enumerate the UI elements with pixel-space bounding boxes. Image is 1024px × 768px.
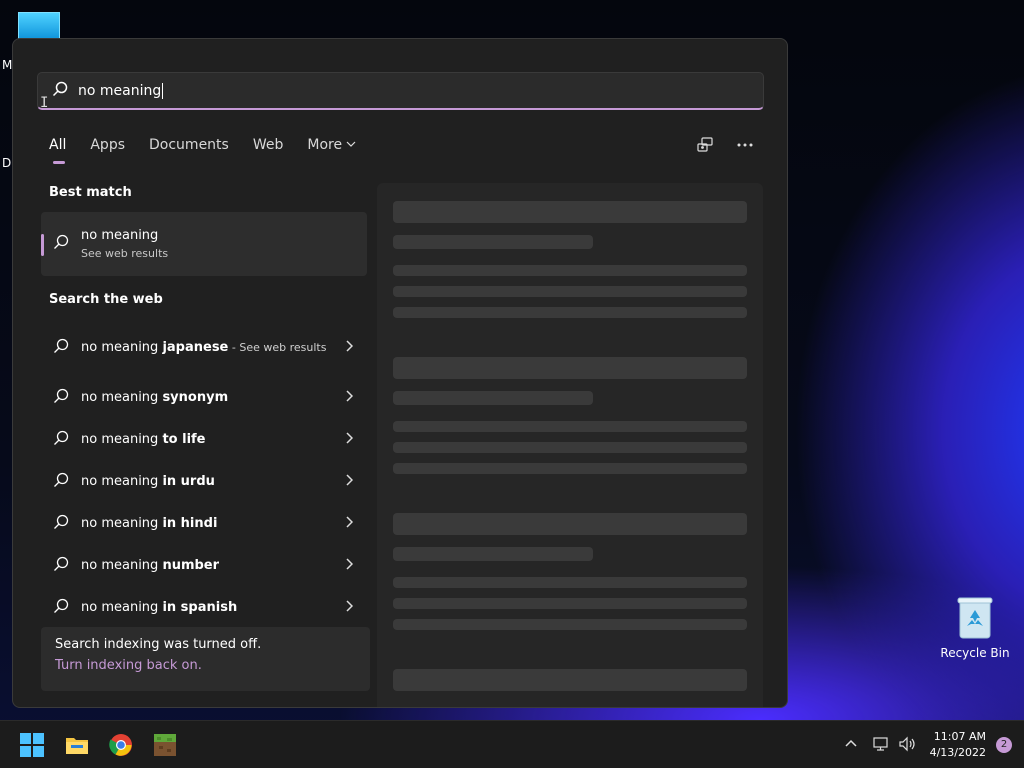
- skeleton-bar: [393, 463, 747, 474]
- turn-indexing-on-link[interactable]: Turn indexing back on.: [55, 658, 356, 673]
- chevron-up-icon[interactable]: [844, 736, 862, 754]
- list-item[interactable]: no meaning in spanish: [41, 587, 367, 629]
- suggestion-prefix: no meaning: [81, 340, 163, 355]
- best-match-title: no meaning: [81, 228, 159, 243]
- tab-more-label: More: [307, 137, 343, 153]
- volume-icon[interactable]: [898, 736, 918, 754]
- search-tabs: All Apps Documents Web More: [49, 137, 356, 164]
- search-icon: [53, 472, 69, 492]
- chevron-down-icon: [346, 137, 356, 153]
- chrome-icon[interactable]: [109, 733, 133, 757]
- suggestion-suffix: - See web results: [228, 341, 327, 354]
- search-tools: [695, 135, 755, 155]
- tab-apps[interactable]: Apps: [90, 137, 125, 153]
- search-icon: [53, 556, 69, 576]
- list-item[interactable]: no meaning japanese - See web results: [41, 319, 367, 377]
- tab-documents[interactable]: Documents: [149, 137, 229, 153]
- text-cursor-icon: I: [40, 95, 49, 111]
- tab-web[interactable]: Web: [253, 137, 284, 153]
- suggestion-prefix: no meaning: [81, 390, 163, 405]
- chevron-right-icon: [345, 432, 354, 448]
- suggestion-prefix: no meaning: [81, 516, 163, 531]
- chevron-right-icon: [345, 558, 354, 574]
- tab-more[interactable]: More: [307, 137, 356, 153]
- skeleton-bar: [393, 577, 747, 588]
- ellipsis-icon[interactable]: [735, 135, 755, 155]
- skeleton-bar: [393, 286, 747, 297]
- skeleton-bar: [393, 307, 747, 318]
- skeleton-bar: [393, 547, 593, 561]
- best-match-subtitle: See web results: [81, 247, 169, 260]
- search-icon: [53, 234, 69, 254]
- skeleton-bar: [393, 265, 747, 276]
- skeleton-bar: [393, 235, 593, 249]
- suggestion-prefix: no meaning: [81, 474, 163, 489]
- suggestion-prefix: no meaning: [81, 600, 163, 615]
- list-item[interactable]: no meaning in urdu: [41, 461, 367, 503]
- search-icon: [53, 430, 69, 450]
- clock-time: 11:07 AM: [933, 730, 986, 743]
- search-icon: [53, 338, 69, 358]
- chevron-right-icon: [345, 516, 354, 532]
- chevron-right-icon: [345, 474, 354, 490]
- suggestion-bold: in hindi: [162, 516, 218, 531]
- search-icon: [53, 598, 69, 618]
- preview-pane-loading: [377, 183, 763, 707]
- best-match-heading: Best match: [49, 185, 132, 200]
- skeleton-bar: [393, 421, 747, 432]
- system-tray: 11:07 AM 4/13/2022 2: [844, 721, 1024, 768]
- skeleton-bar: [393, 598, 747, 609]
- windows-start-icon[interactable]: [20, 733, 44, 757]
- suggestion-prefix: no meaning: [81, 432, 163, 447]
- suggestion-bold: in urdu: [162, 474, 215, 489]
- recycle-bin-label: Recycle Bin: [940, 646, 1010, 660]
- list-item[interactable]: no meaning number: [41, 545, 367, 587]
- chevron-right-icon: [345, 600, 354, 616]
- skeleton-bar: [393, 357, 747, 379]
- tab-all[interactable]: All: [49, 137, 66, 164]
- suggestion-bold: number: [162, 558, 220, 573]
- chevron-right-icon: [345, 390, 354, 406]
- clock-date: 4/13/2022: [929, 746, 986, 759]
- indexing-notice-text: Search indexing was turned off.: [55, 637, 262, 652]
- search-icon: [53, 388, 69, 408]
- minecraft-icon[interactable]: [153, 733, 177, 757]
- clock[interactable]: 11:07 AM 4/13/2022: [930, 729, 986, 761]
- skeleton-bar: [393, 669, 747, 691]
- list-item[interactable]: no meaning to life: [41, 419, 367, 461]
- results-list: Best match no meaning See web results Se…: [41, 185, 367, 629]
- search-box[interactable]: no meaning: [37, 72, 764, 110]
- skeleton-bar: [393, 201, 747, 223]
- suggestion-bold: in spanish: [162, 600, 238, 615]
- suggestion-bold: to life: [162, 432, 206, 447]
- network-icon[interactable]: [872, 736, 892, 754]
- desktop-icon-label-m: M: [2, 58, 13, 72]
- best-match-item[interactable]: no meaning See web results: [41, 212, 367, 276]
- suggestion-bold: japanese: [162, 340, 229, 355]
- indexing-notice: Search indexing was turned off. Turn ind…: [41, 627, 370, 691]
- skeleton-bar: [393, 442, 747, 453]
- skeleton-bar: [393, 391, 593, 405]
- suggestion-bold: synonym: [162, 390, 229, 405]
- skeleton-bar: [393, 619, 747, 630]
- taskbar: 11:07 AM 4/13/2022 2: [0, 720, 1024, 768]
- recycle-bin-icon: [957, 596, 993, 640]
- search-panel: no meaning All Apps Documents Web More B…: [12, 38, 788, 708]
- feedback-icon[interactable]: [695, 135, 715, 155]
- list-item[interactable]: no meaning in hindi: [41, 503, 367, 545]
- suggestion-prefix: no meaning: [81, 558, 163, 573]
- skeleton-bar: [393, 513, 747, 535]
- search-icon: [52, 81, 68, 101]
- notification-badge[interactable]: 2: [996, 737, 1012, 753]
- chevron-right-icon: [345, 340, 354, 356]
- search-input[interactable]: no meaning: [78, 82, 164, 99]
- list-item[interactable]: no meaning synonym: [41, 377, 367, 419]
- search-icon: [53, 514, 69, 534]
- search-web-heading: Search the web: [49, 292, 163, 307]
- file-explorer-icon[interactable]: [65, 733, 89, 757]
- recycle-bin[interactable]: Recycle Bin: [938, 596, 1012, 660]
- web-suggestions: no meaning japanese - See web results no…: [41, 319, 367, 629]
